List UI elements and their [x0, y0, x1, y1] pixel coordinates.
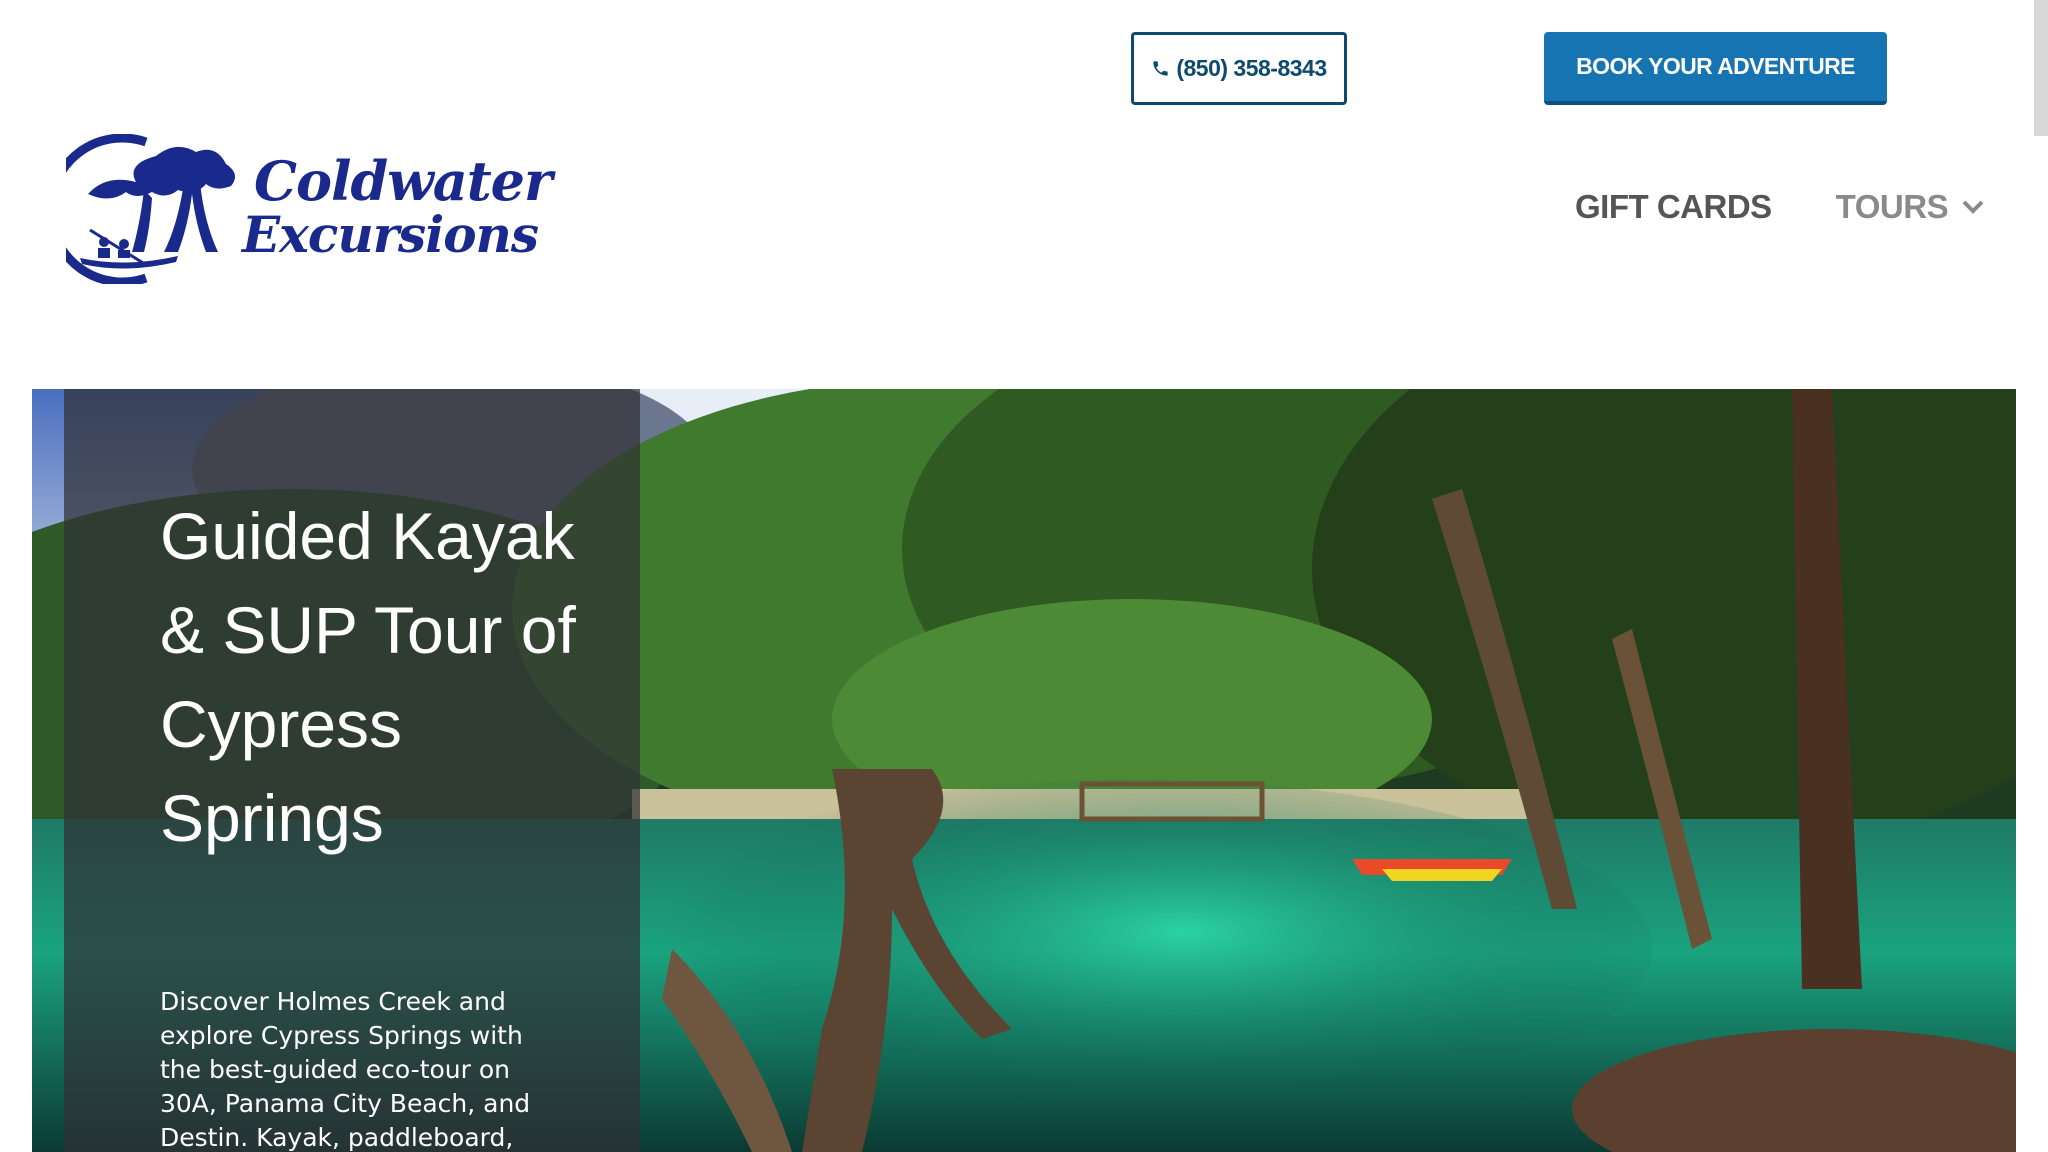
chevron-down-icon	[1962, 200, 1984, 214]
nav-item-gift-cards[interactable]: GIFT CARDS	[1575, 188, 1772, 226]
hero-section: Guided Kayak & SUP Tour of Cypress Sprin…	[32, 389, 2016, 1152]
book-button-label: BOOK YOUR ADVENTURE	[1576, 53, 1855, 79]
phone-button[interactable]: (850) 358-8343	[1131, 32, 1347, 105]
scrollbar-thumb[interactable]	[2034, 0, 2048, 136]
nav-item-tours[interactable]: TOURS	[1836, 188, 1984, 226]
phone-icon	[1153, 61, 1168, 76]
main-nav: GIFT CARDS TOURS	[1575, 188, 1984, 226]
logo-emblem-icon	[66, 134, 235, 284]
book-adventure-button[interactable]: BOOK YOUR ADVENTURE	[1544, 32, 1887, 105]
logo-line-1: Coldwater	[254, 149, 552, 213]
phone-number: (850) 358-8343	[1176, 55, 1327, 81]
nav-item-tours-label: TOURS	[1835, 188, 1949, 225]
logo-line-2: Excursions	[242, 205, 539, 264]
hero-description: Discover Holmes Creek and explore Cypres…	[160, 987, 531, 1152]
site-logo[interactable]: Coldwater Excursions	[66, 134, 552, 284]
hero-title: Guided Kayak & SUP Tour of Cypress Sprin…	[160, 499, 576, 855]
